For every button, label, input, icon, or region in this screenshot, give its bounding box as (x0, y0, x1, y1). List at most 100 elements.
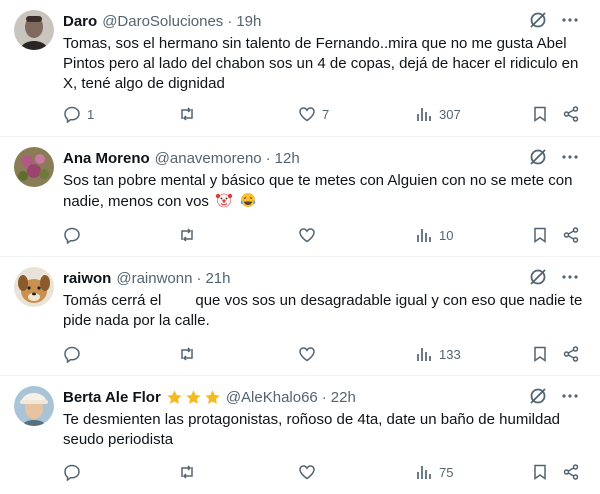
timestamp[interactable]: 19h (236, 13, 261, 30)
avatar[interactable] (14, 267, 54, 307)
bookmark-icon (534, 464, 546, 480)
name-star-emojis (166, 389, 221, 406)
avatar[interactable] (14, 386, 54, 426)
share-button[interactable] (562, 462, 580, 482)
tweet-header-icons (528, 386, 580, 406)
grok-icon[interactable] (528, 386, 548, 406)
star-emoji (186, 389, 201, 404)
share-button[interactable] (562, 225, 580, 245)
like-button[interactable] (298, 462, 322, 482)
tweet-text: Tomás cerrá el que vos sos un desagradabl… (63, 291, 583, 331)
view-count: 75 (439, 464, 454, 480)
timestamp[interactable]: 22h (331, 389, 356, 406)
tweet-header-icons (528, 147, 580, 167)
more-options-icon[interactable] (560, 10, 580, 30)
clown-face-emoji (215, 193, 233, 208)
user-handle[interactable]: @DaroSoluciones (102, 13, 223, 30)
heart-icon (299, 228, 315, 243)
avatar[interactable] (14, 147, 54, 187)
tweet[interactable]: raiwon @rainwonn · 21h Tomás cerrá el que… (0, 257, 600, 376)
timestamp[interactable]: 21h (205, 270, 230, 287)
like-button[interactable] (298, 225, 322, 245)
reply-feed: Daro @DaroSoluciones · 19h Tomas, sos el… (0, 0, 600, 494)
retweet-button[interactable] (178, 344, 202, 364)
reply-icon (64, 106, 80, 123)
tweet-header-icons (528, 267, 580, 287)
heart-icon (299, 107, 315, 122)
reply-icon (64, 227, 80, 244)
more-options-icon[interactable] (560, 386, 580, 406)
reply-count: 1 (87, 106, 95, 122)
reply-icon (64, 464, 80, 481)
retweet-icon (181, 465, 193, 479)
heart-icon (299, 347, 315, 362)
separator-dot: · (321, 388, 327, 406)
grok-icon[interactable] (528, 267, 548, 287)
user-handle[interactable]: @anavemoreno (155, 150, 262, 167)
display-name[interactable]: Ana Moreno (63, 150, 150, 167)
reply-button[interactable] (63, 225, 87, 245)
separator-dot: · (227, 12, 233, 30)
retweet-button[interactable] (178, 225, 202, 245)
display-name[interactable]: Berta Ale Flor (63, 389, 161, 406)
share-button[interactable] (562, 344, 580, 364)
more-options-icon[interactable] (560, 147, 580, 167)
views-icon (417, 348, 431, 361)
tweet[interactable]: Berta Ale Flor @AleKhalo66 · 22h Te desm… (0, 376, 600, 494)
view-count: 133 (439, 346, 461, 362)
views-button[interactable]: 307 (415, 104, 461, 124)
bookmark-button[interactable] (531, 225, 549, 245)
tweet[interactable]: Ana Moreno @anavemoreno · 12h Sos tan po… (0, 137, 600, 257)
views-button[interactable]: 133 (415, 344, 461, 364)
view-count: 10 (439, 227, 454, 243)
timestamp[interactable]: 12h (275, 150, 300, 167)
tweet-text: Sos tan pobre mental y básico que te met… (63, 171, 583, 212)
reply-button[interactable] (63, 462, 87, 482)
retweet-icon (181, 107, 193, 121)
retweet-icon (181, 228, 193, 242)
like-button[interactable]: 7 (298, 104, 329, 124)
bookmark-button[interactable] (531, 462, 549, 482)
star-emoji (205, 389, 220, 404)
retweet-button[interactable] (178, 104, 202, 124)
tears-of-joy-emoji (241, 193, 256, 207)
user-handle[interactable]: @rainwonn (116, 270, 192, 287)
share-button[interactable] (562, 104, 580, 124)
separator-dot: · (196, 269, 202, 287)
tweet-actions: 10 (63, 225, 580, 245)
reply-button[interactable] (63, 344, 87, 364)
display-name[interactable]: Daro (63, 13, 97, 30)
retweet-button[interactable] (178, 462, 202, 482)
bookmark-button[interactable] (531, 104, 549, 124)
views-icon (417, 229, 431, 242)
grok-icon[interactable] (528, 147, 548, 167)
display-name[interactable]: raiwon (63, 270, 111, 287)
like-count: 7 (322, 106, 330, 122)
avatar[interactable] (14, 10, 54, 50)
views-button[interactable]: 10 (415, 225, 453, 245)
tweet-actions: 75 (63, 462, 580, 482)
views-button[interactable]: 75 (415, 462, 453, 482)
bookmark-button[interactable] (531, 344, 549, 364)
bookmark-icon (534, 106, 546, 122)
share-icon (563, 464, 579, 480)
grok-icon[interactable] (528, 10, 548, 30)
share-icon (563, 106, 579, 122)
tweet-text-start: Tomás cerrá el (63, 292, 162, 309)
star-emoji (167, 389, 182, 404)
tweet-actions: 133 (63, 344, 580, 364)
like-button[interactable] (298, 344, 322, 364)
retweet-icon (181, 347, 193, 361)
share-icon (563, 346, 579, 362)
more-options-icon[interactable] (560, 267, 580, 287)
reply-button[interactable]: 1 (63, 104, 94, 124)
user-handle[interactable]: @AleKhalo66 (226, 389, 318, 406)
tweet[interactable]: Daro @DaroSoluciones · 19h Tomas, sos el… (0, 0, 600, 137)
views-icon (417, 108, 431, 121)
tweet-header: Ana Moreno @anavemoreno · 12h (63, 148, 520, 168)
tweet-header: Daro @DaroSoluciones · 19h (63, 11, 520, 31)
tweet-text: Tomas, sos el hermano sin talento de Fer… (63, 35, 579, 92)
view-count: 307 (439, 106, 461, 122)
tweet-header: Berta Ale Flor @AleKhalo66 · 22h (63, 387, 520, 407)
bookmark-icon (534, 227, 546, 243)
